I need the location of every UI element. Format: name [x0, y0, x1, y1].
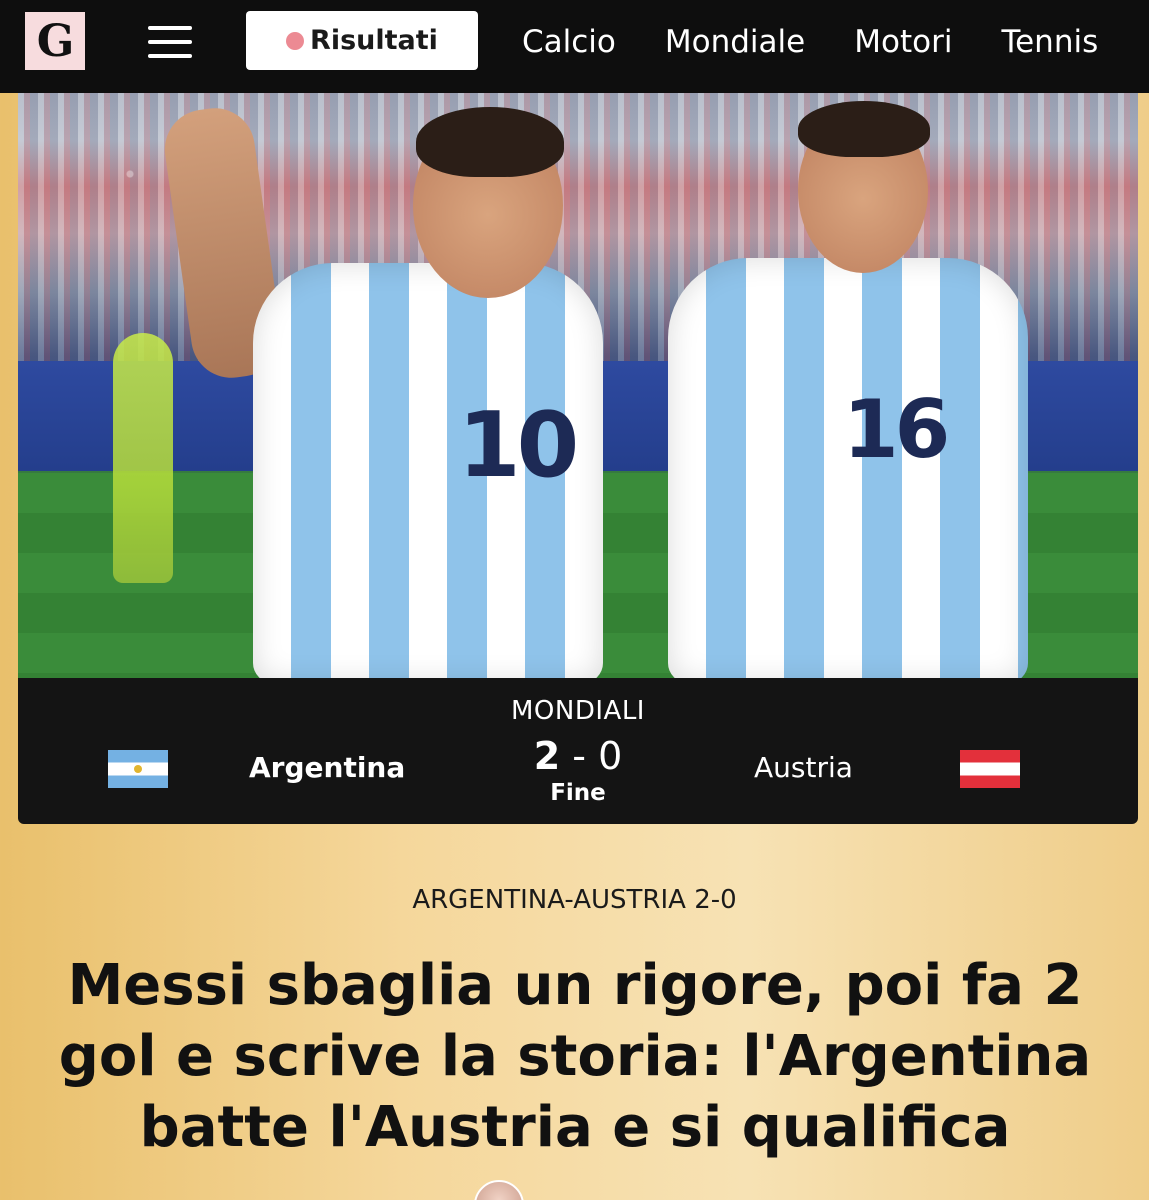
results-button-label: Risultati — [310, 25, 438, 56]
main-nav: Calcio Mondiale Motori Tennis — [500, 0, 1125, 84]
hero-photo[interactable]: 10 16 — [18, 93, 1138, 678]
nav-link-mondiale[interactable]: Mondiale — [665, 24, 805, 60]
player-hair-16 — [798, 101, 930, 157]
away-team-name: Austria — [754, 751, 853, 784]
article-kicker[interactable]: ARGENTINA-AUSTRIA 2-0 — [0, 885, 1149, 915]
nav-link-motori[interactable]: Motori — [854, 24, 952, 60]
article-headline: Messi sbaglia un rigore, poi fa 2 gol e … — [58, 953, 1092, 1160]
score-separator: - — [572, 734, 586, 778]
shirt-number-10: 10 — [458, 393, 579, 498]
nav-link-calcio[interactable]: Calcio — [522, 24, 616, 60]
player-hair-10 — [416, 107, 564, 177]
shirt-number-16: 16 — [843, 383, 950, 476]
hamburger-menu-icon[interactable] — [148, 26, 192, 58]
author-avatar[interactable] — [474, 1180, 524, 1200]
menu-line — [148, 26, 192, 30]
site-logo[interactable]: G — [25, 12, 85, 70]
away-score: 0 — [598, 734, 623, 778]
results-button[interactable]: Risultati — [246, 11, 478, 70]
goalkeeper-figure — [113, 333, 173, 583]
live-dot-icon — [286, 31, 305, 50]
nav-link-tennis[interactable]: Tennis — [1001, 24, 1098, 60]
match-score-widget[interactable]: MONDIALI Argentina 2 - 0 Fine Austria — [18, 678, 1138, 824]
menu-line — [148, 54, 192, 58]
menu-line — [148, 40, 192, 44]
austria-flag-icon — [960, 750, 1020, 788]
top-navigation-bar: G Risultati Calcio Mondiale Motori Tenni… — [0, 0, 1149, 93]
home-score: 2 — [533, 734, 561, 778]
logo-letter: G — [36, 15, 75, 67]
competition-label: MONDIALI — [511, 696, 645, 726]
